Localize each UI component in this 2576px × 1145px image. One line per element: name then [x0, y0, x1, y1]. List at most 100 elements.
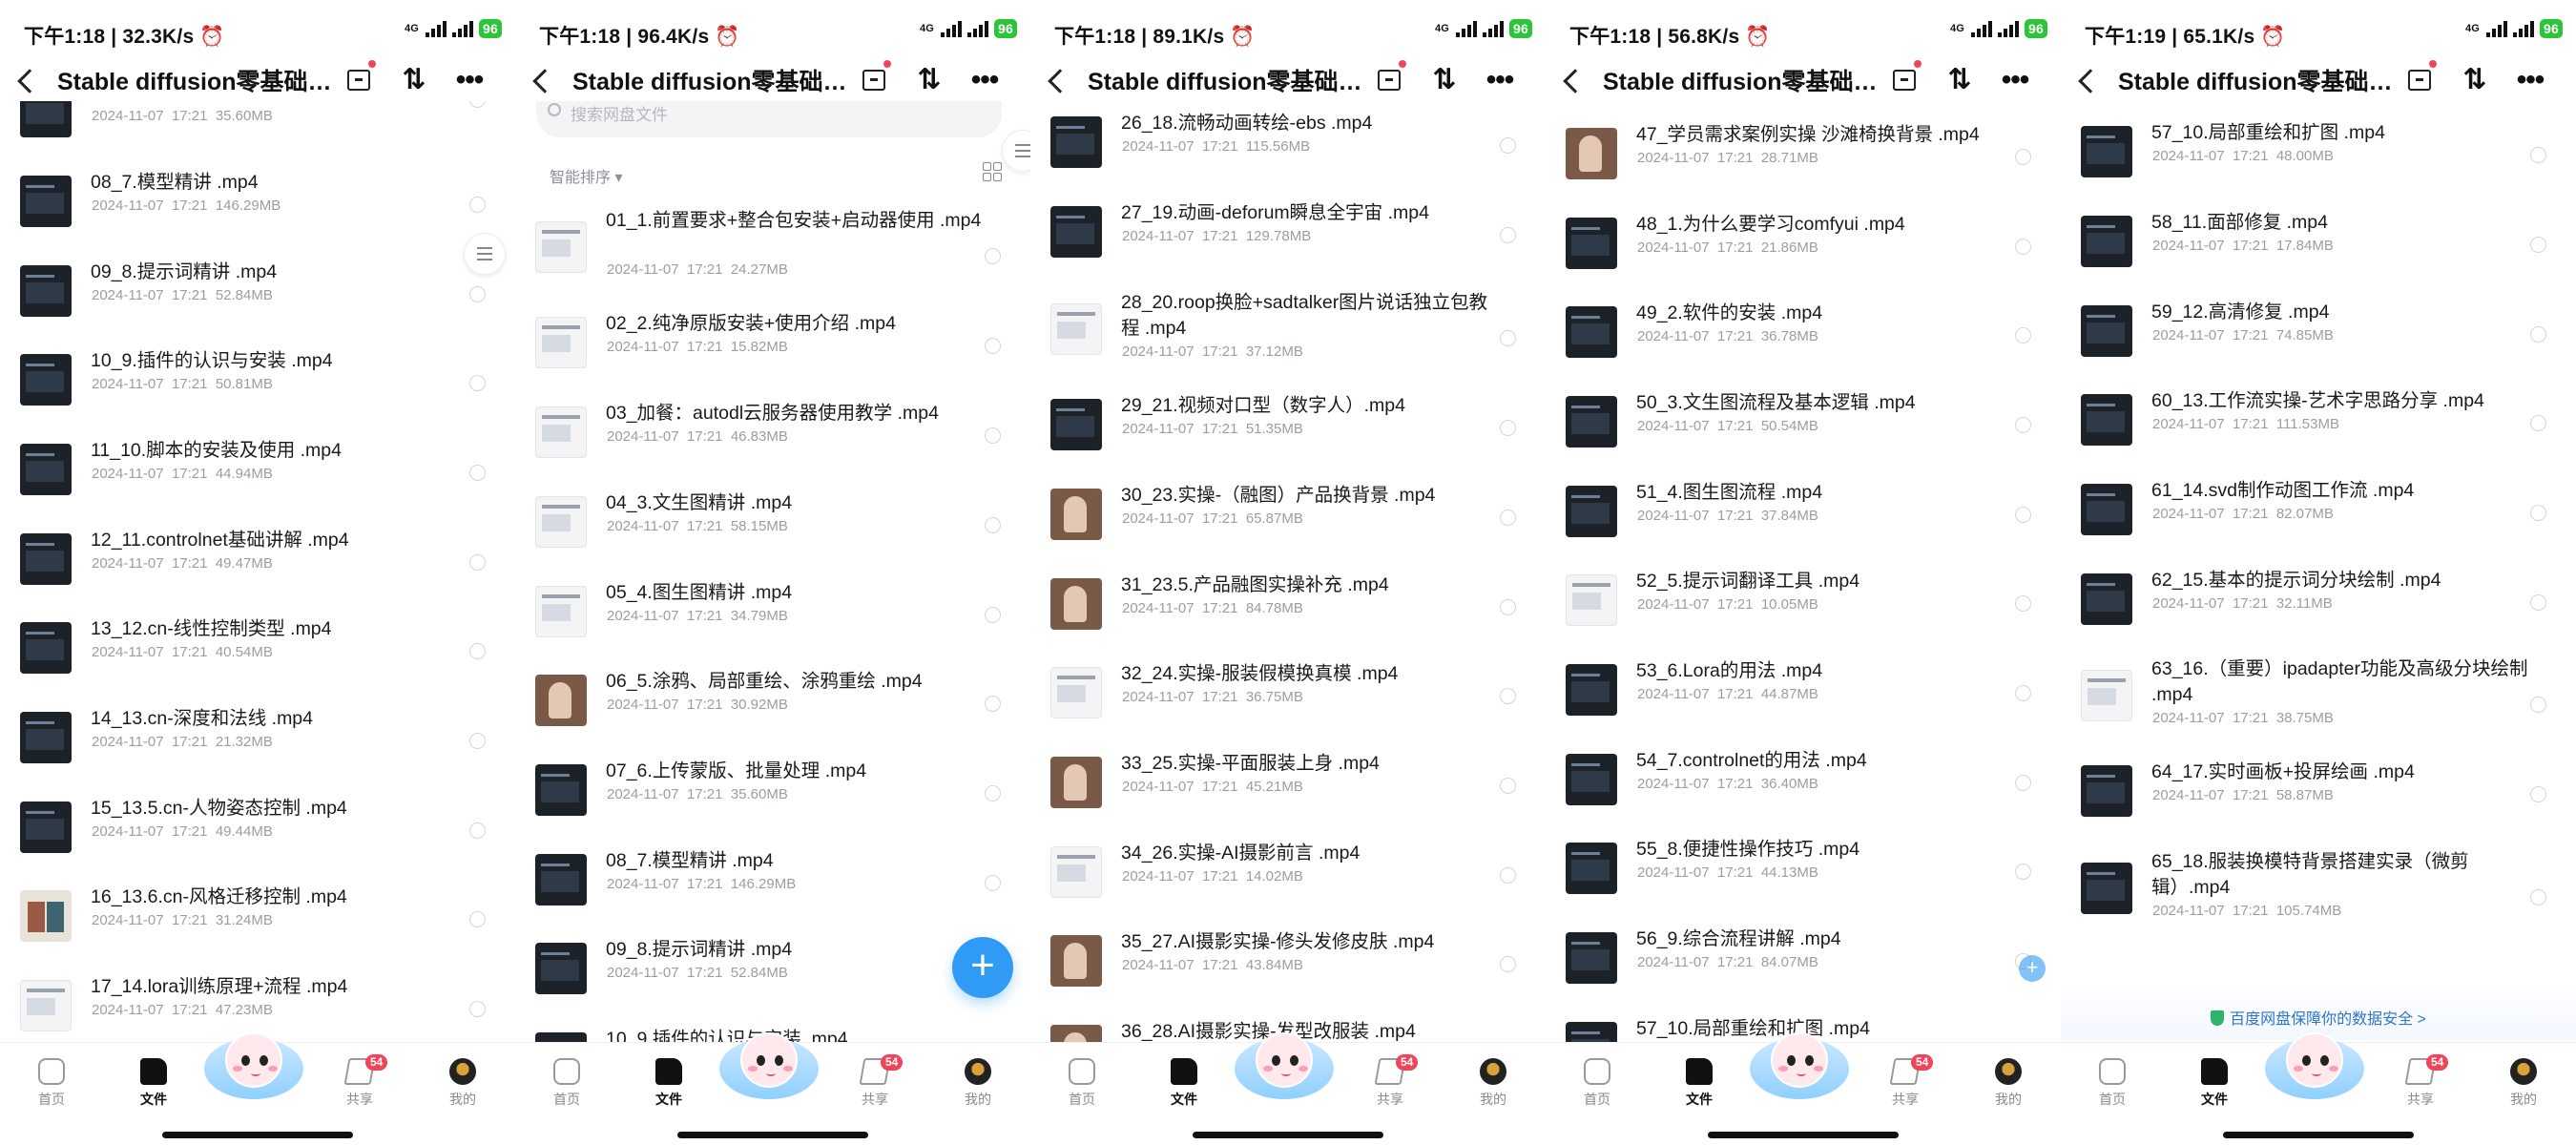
sort-icon[interactable]: ⇅: [1427, 63, 1462, 97]
select-radio[interactable]: [469, 465, 486, 481]
select-radio[interactable]: [2015, 595, 2031, 612]
select-radio[interactable]: [985, 517, 1001, 533]
home-indicator[interactable]: [1708, 1132, 1899, 1138]
file-row[interactable]: 64_17.实时画板+投屏绘画 .mp4 2024-11-07 17:21 58.…: [2061, 752, 2576, 828]
home-indicator[interactable]: [1193, 1132, 1383, 1138]
file-row[interactable]: 60_13.工作流实操-艺术字思路分享 .mp4 2024-11-07 17:21…: [2061, 381, 2576, 457]
back-arrow-icon[interactable]: [1563, 69, 1588, 94]
file-row[interactable]: 63_16.（重要）ipadapter功能及高级分块绘制 .mp4 2024-11…: [2061, 649, 2576, 740]
file-row[interactable]: 58_11.面部修复 .mp4 2024-11-07 17:21 17.84MB: [2061, 202, 2576, 279]
back-arrow-icon[interactable]: [17, 69, 42, 94]
select-radio[interactable]: [2530, 415, 2546, 431]
mascot-icon[interactable]: [1750, 1032, 1849, 1113]
file-row[interactable]: 01_1.前置要求+整合包安装+启动器使用 .mp4 2024-11-07 17:…: [515, 200, 1030, 292]
select-radio[interactable]: [2015, 149, 2031, 165]
file-row[interactable]: 55_8.便捷性操作技巧 .mp4 2024-11-07 17:21 44.13M…: [1546, 829, 2061, 906]
back-arrow-icon[interactable]: [532, 69, 557, 94]
nav-share[interactable]: 54 共享: [1877, 1054, 1934, 1109]
transfer-box-button[interactable]: [1887, 60, 1922, 97]
select-radio[interactable]: [985, 338, 1001, 354]
select-radio[interactable]: [469, 643, 486, 659]
file-row[interactable]: 14_13.cn-深度和法线 .mp4 2024-11-07 17:21 21.3…: [0, 698, 515, 775]
select-radio[interactable]: [469, 554, 486, 571]
nav-home[interactable]: 首页: [538, 1058, 595, 1109]
transfer-box-button[interactable]: [1372, 60, 1406, 97]
file-row[interactable]: 35_27.AI摄影实操-修头发修皮肤 .mp4 2024-11-07 17:21…: [1030, 922, 1546, 998]
file-row[interactable]: 04_3.文生图精讲 .mp4 2024-11-07 17:21 58.15MB: [515, 483, 1030, 559]
select-radio[interactable]: [2015, 327, 2031, 344]
file-row[interactable]: 12_11.controlnet基础讲解 .mp4 2024-11-07 17:2…: [0, 520, 515, 596]
file-row[interactable]: 07_6.上传蒙版、批量处理 .mp4 2024-11-07 17:21 35.6…: [515, 751, 1030, 827]
select-radio[interactable]: [1500, 137, 1516, 154]
file-row[interactable]: 13_12.cn-线性控制类型 .mp4 2024-11-07 17:21 40.…: [0, 609, 515, 685]
select-radio[interactable]: [469, 197, 486, 213]
file-row[interactable]: 62_15.基本的提示词分块绘制 .mp4 2024-11-07 17:21 32…: [2061, 560, 2576, 636]
select-radio[interactable]: [985, 607, 1001, 623]
mascot-icon[interactable]: [2265, 1032, 2364, 1113]
file-row[interactable]: 08_7.模型精讲 .mp4 2024-11-07 17:21 146.29MB: [0, 162, 515, 239]
select-radio[interactable]: [985, 875, 1001, 891]
select-radio[interactable]: [2530, 147, 2546, 163]
select-radio[interactable]: [2530, 594, 2546, 611]
file-row[interactable]: 33_25.实操-平面服装上身 .mp4 2024-11-07 17:21 45.…: [1030, 743, 1546, 820]
file-row[interactable]: 52_5.提示词翻译工具 .mp4 2024-11-07 17:21 10.05M…: [1546, 561, 2061, 637]
select-radio[interactable]: [2015, 864, 2031, 880]
file-row[interactable]: 34_26.实操-AI摄影前言 .mp4 2024-11-07 17:21 14.…: [1030, 833, 1546, 909]
file-row[interactable]: 32_24.实操-服装假模换真模 .mp4 2024-11-07 17:21 36…: [1030, 654, 1546, 730]
select-radio[interactable]: [2530, 237, 2546, 253]
select-radio[interactable]: [1500, 688, 1516, 704]
side-menu-handle-icon[interactable]: [464, 233, 506, 275]
select-radio[interactable]: [1500, 227, 1516, 243]
file-row[interactable]: 31_23.5.产品融图实操补充 .mp4 2024-11-07 17:21 84…: [1030, 565, 1546, 641]
file-row[interactable]: 16_13.6.cn-风格迁移控制 .mp4 2024-11-07 17:21 3…: [0, 877, 515, 953]
sort-icon[interactable]: ⇅: [397, 63, 431, 97]
sort-icon[interactable]: ⇅: [1942, 63, 1977, 97]
file-row[interactable]: 29_21.视频对口型（数字人）.mp4 2024-11-07 17:21 51.…: [1030, 385, 1546, 462]
nav-files[interactable]: 文件: [1671, 1058, 1728, 1109]
file-row[interactable]: 27_19.动画-deforum瞬息全宇宙 .mp4 2024-11-07 17:…: [1030, 193, 1546, 269]
file-row[interactable]: 54_7.controlnet的用法 .mp4 2024-11-07 17:21 …: [1546, 740, 2061, 817]
file-row[interactable]: 05_4.图生图精讲 .mp4 2024-11-07 17:21 34.79MB: [515, 572, 1030, 649]
home-indicator[interactable]: [2223, 1132, 2414, 1138]
file-row[interactable]: 48_1.为什么要学习comfyui .mp4 2024-11-07 17:21 …: [1546, 204, 2061, 281]
nav-me[interactable]: 我的: [1465, 1058, 1522, 1109]
nav-share[interactable]: 54 共享: [2392, 1054, 2449, 1109]
more-icon[interactable]: •••: [452, 63, 487, 97]
nav-files[interactable]: 文件: [2186, 1058, 2243, 1109]
sort-icon[interactable]: ⇅: [912, 63, 946, 97]
select-radio[interactable]: [2015, 239, 2031, 255]
select-radio[interactable]: [469, 375, 486, 391]
side-menu-handle-icon[interactable]: [1002, 130, 1030, 172]
select-radio[interactable]: [2530, 889, 2546, 906]
mascot-icon[interactable]: [719, 1032, 819, 1113]
file-row[interactable]: 53_6.Lora的用法 .mp4 2024-11-07 17:21 44.87M…: [1546, 651, 2061, 727]
file-row[interactable]: 65_18.服装换模特背景搭建实录（微剪辑）.mp4 2024-11-07 17:…: [2061, 842, 2576, 933]
select-radio[interactable]: [469, 733, 486, 749]
file-row[interactable]: 28_20.roop换脸+sadtalker图片说话独立包教程 .mp4 2024…: [1030, 282, 1546, 374]
file-row[interactable]: 10_9.插件的认识与安装 .mp4 2024-11-07 17:21 50.81…: [0, 341, 515, 417]
select-radio[interactable]: [1500, 956, 1516, 972]
mascot-icon[interactable]: [1235, 1032, 1334, 1113]
nav-home[interactable]: 首页: [2084, 1058, 2141, 1109]
transfer-box-button[interactable]: [342, 60, 376, 97]
back-arrow-icon[interactable]: [2078, 69, 2103, 94]
file-row[interactable]: 50_3.文生图流程及基本逻辑 .mp4 2024-11-07 17:21 50.…: [1546, 383, 2061, 459]
nav-me[interactable]: 我的: [1980, 1058, 2037, 1109]
select-radio[interactable]: [2015, 775, 2031, 791]
more-icon[interactable]: •••: [1483, 63, 1517, 97]
file-row[interactable]: 61_14.svd制作动图工作流 .mp4 2024-11-07 17:21 82…: [2061, 470, 2576, 547]
select-radio[interactable]: [469, 1001, 486, 1017]
smart-sort-dropdown[interactable]: 智能排序 ▾: [550, 164, 623, 187]
select-radio[interactable]: [469, 911, 486, 927]
nav-me[interactable]: 我的: [949, 1058, 1007, 1109]
select-radio[interactable]: [985, 696, 1001, 712]
select-radio[interactable]: [2015, 507, 2031, 523]
select-radio[interactable]: [2530, 326, 2546, 343]
file-row[interactable]: 51_4.图生图流程 .mp4 2024-11-07 17:21 37.84MB: [1546, 472, 2061, 549]
add-fab-button[interactable]: +: [952, 937, 1013, 998]
select-radio[interactable]: [2015, 685, 2031, 701]
more-icon[interactable]: •••: [967, 63, 1002, 97]
file-row[interactable]: 08_7.模型精讲 .mp4 2024-11-07 17:21 146.29MB: [515, 841, 1030, 917]
file-row[interactable]: 03_加餐：autodl云服务器使用教学 .mp4 2024-11-07 17:2…: [515, 393, 1030, 469]
file-row[interactable]: 49_2.软件的安装 .mp4 2024-11-07 17:21 36.78MB: [1546, 293, 2061, 369]
